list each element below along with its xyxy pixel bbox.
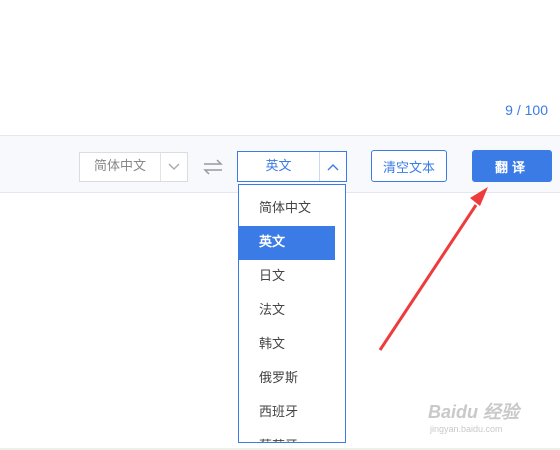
watermark-url: jingyan.baidu.com (430, 424, 503, 434)
watermark-brand: Baidu 经验 (428, 402, 520, 422)
watermark-logo: Baidu 经验 jingyan.baidu.com (428, 398, 548, 442)
annotation-arrow (378, 187, 488, 351)
